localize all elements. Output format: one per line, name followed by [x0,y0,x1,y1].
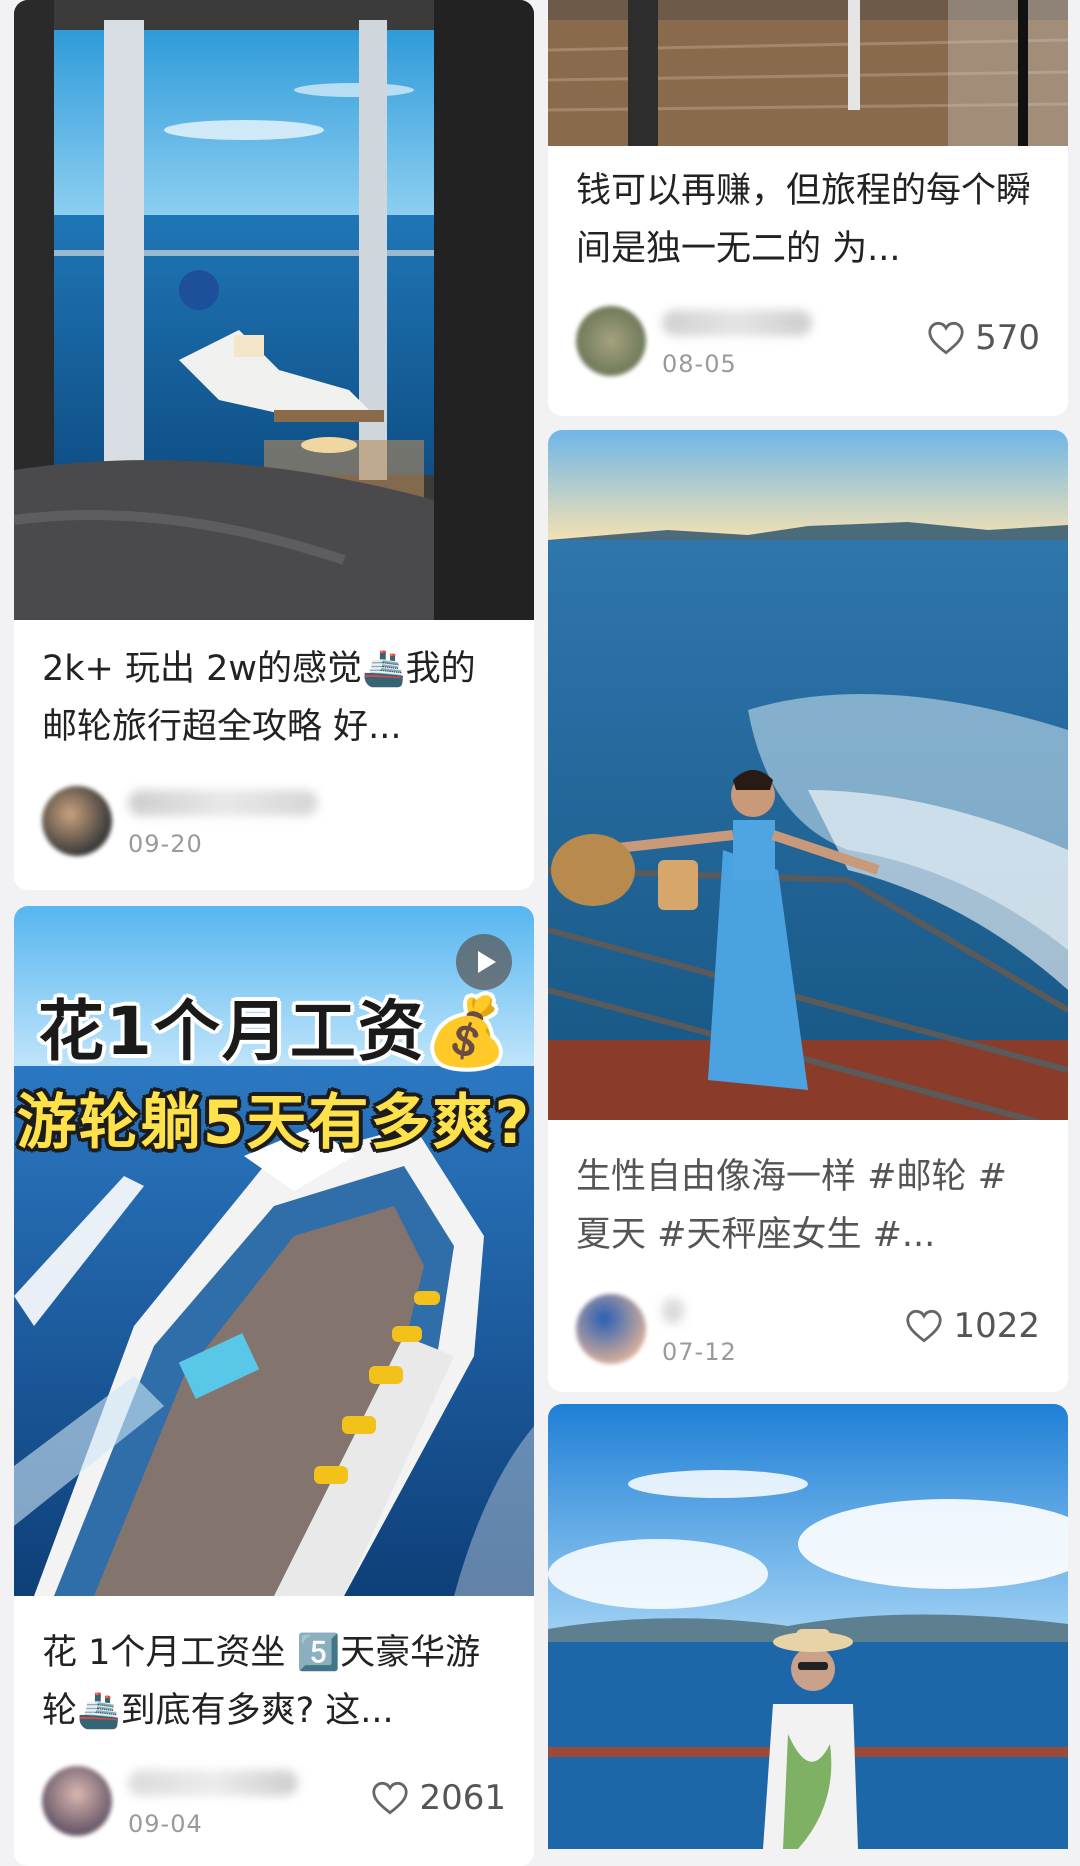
author-name-blurred[interactable] [128,1770,298,1796]
note-cover-image[interactable] [548,430,1068,1120]
note-title[interactable]: 生性自由像海一样 #邮轮 #夏天 #天秤座女生 #... [576,1148,1040,1264]
note-author-row: 07-12 1022 [576,1294,1040,1366]
like-count: 570 [975,318,1040,358]
author-name-blurred[interactable] [662,1298,684,1324]
note-cover-video[interactable]: 花1个月工资💰 游轮躺5天有多爽? [14,906,534,1596]
like-count: 1022 [953,1306,1040,1346]
note-cover-image[interactable] [14,0,534,620]
heart-outline-icon[interactable] [927,321,965,355]
avatar[interactable] [576,306,646,376]
note-author-row: 09-20 [42,786,506,858]
note-title[interactable]: 钱可以再赚，但旅程的每个瞬间是独一无二的 为... [576,162,1040,278]
note-card[interactable] [548,1404,1068,1849]
note-card[interactable]: 生性自由像海一样 #邮轮 #夏天 #天秤座女生 #... 07-12 1022 [548,430,1068,1392]
note-cover-image[interactable] [548,1404,1068,1849]
heart-outline-icon[interactable] [371,1781,409,1815]
avatar[interactable] [576,1294,646,1364]
like-counter[interactable]: 1022 [905,1304,1040,1348]
play-icon[interactable] [456,934,512,990]
note-card[interactable]: 花1个月工资💰 游轮躺5天有多爽? 花 1个月工资坐 5️⃣天豪华游轮🚢到底有多… [14,906,534,1866]
cover-overlay-text: 游轮躺5天有多爽? [16,1088,532,1158]
note-card[interactable]: 2k+ 玩出 2w的感觉🚢我的邮轮旅行超全攻略 好... 09-20 [14,0,534,890]
like-count: 2061 [419,1778,506,1818]
author-name-blurred[interactable] [662,310,812,336]
note-title[interactable]: 2k+ 玩出 2w的感觉🚢我的邮轮旅行超全攻略 好... [42,640,506,756]
note-author-row: 09-04 2061 [42,1766,506,1838]
like-counter[interactable]: 2061 [371,1776,506,1820]
note-date: 09-20 [128,830,203,858]
note-cover-image[interactable] [548,0,1068,146]
avatar[interactable] [42,1766,112,1836]
note-date: 09-04 [128,1810,203,1838]
avatar[interactable] [42,786,112,856]
note-date: 07-12 [662,1338,737,1366]
note-author-row: 08-05 570 [576,306,1040,378]
cover-overlay-text: 花1个月工资💰 [37,993,511,1070]
note-date: 08-05 [662,350,737,378]
like-counter[interactable]: 570 [927,316,1040,360]
author-name-blurred[interactable] [128,790,318,816]
note-card[interactable]: 钱可以再赚，但旅程的每个瞬间是独一无二的 为... 08-05 570 [548,0,1068,416]
note-title[interactable]: 花 1个月工资坐 5️⃣天豪华游轮🚢到底有多爽? 这... [42,1624,506,1740]
heart-outline-icon[interactable] [905,1309,943,1343]
